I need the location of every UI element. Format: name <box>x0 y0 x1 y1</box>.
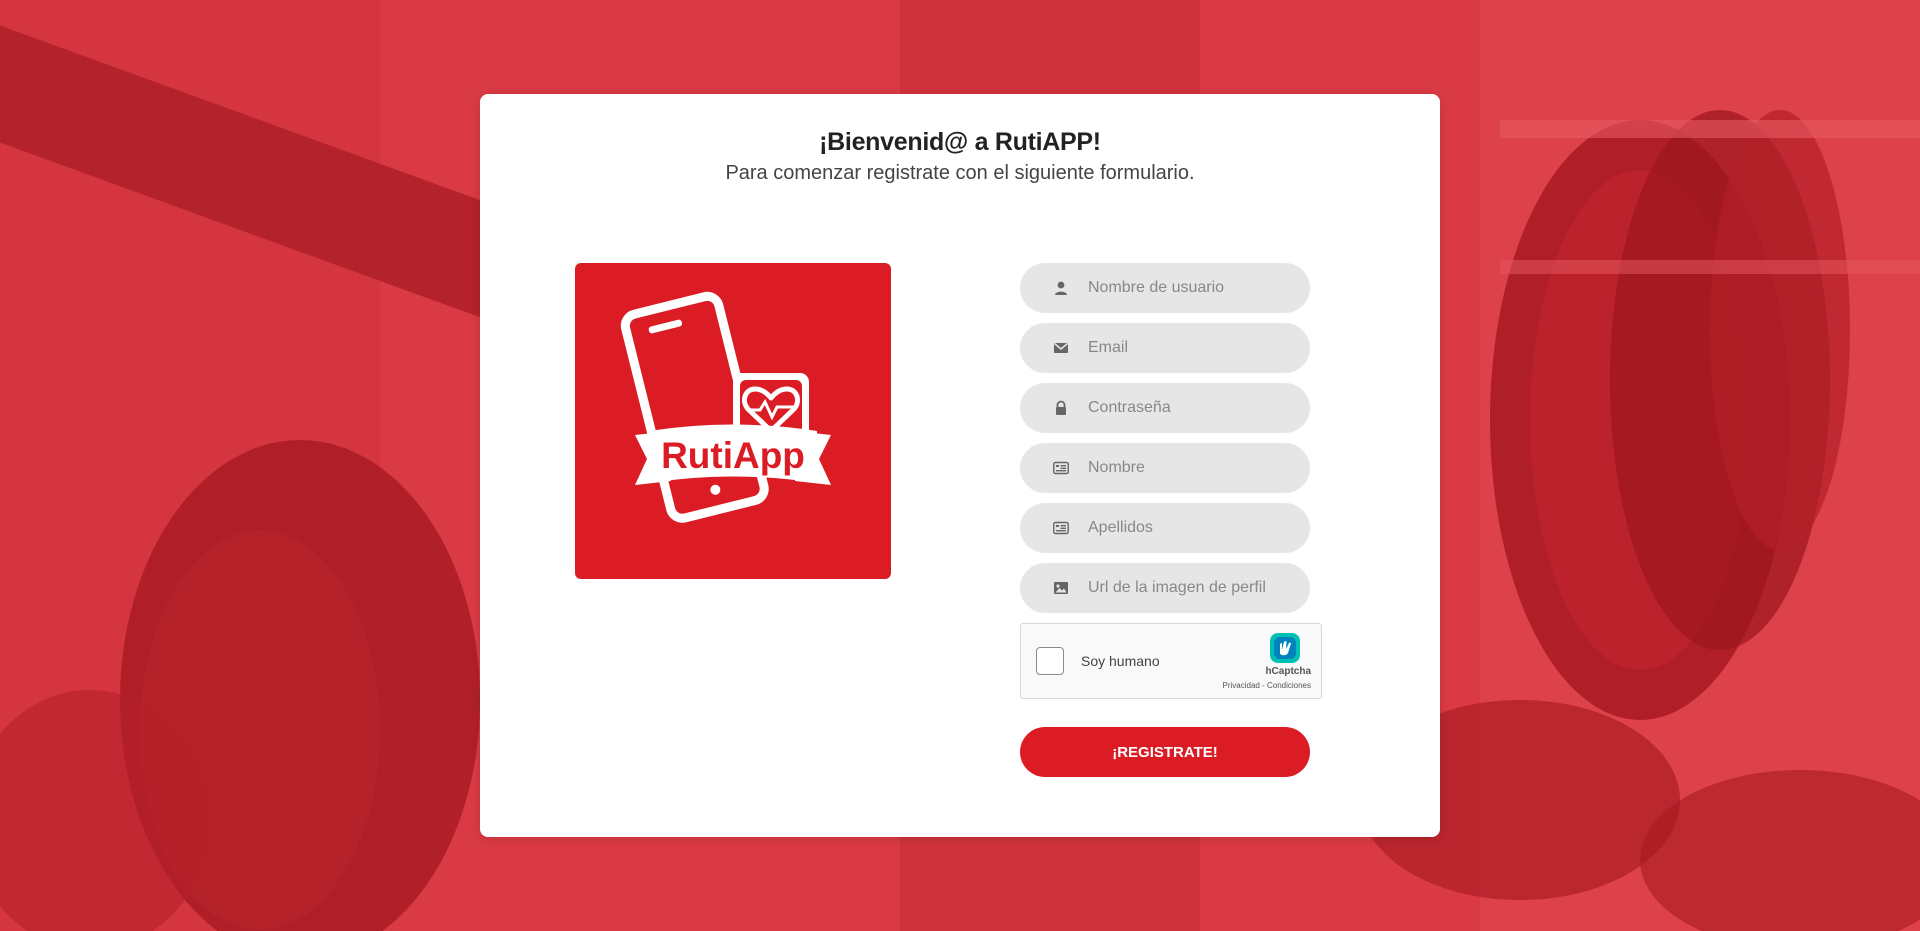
image-icon <box>1054 582 1068 594</box>
email-field[interactable] <box>1020 323 1310 373</box>
logo-text: RutiApp <box>661 435 805 476</box>
user-icon <box>1055 281 1067 295</box>
page-title: ¡Bienvenid@ a RutiAPP! <box>819 128 1101 156</box>
username-field[interactable] <box>1020 263 1310 313</box>
password-field[interactable] <box>1020 383 1310 433</box>
username-input[interactable] <box>1088 263 1298 313</box>
register-button[interactable]: ¡REGISTRATE! <box>1020 727 1310 777</box>
profile-image-url-input[interactable] <box>1088 563 1298 613</box>
last-name-input[interactable] <box>1088 503 1298 553</box>
hcaptcha-brand: hCaptcha <box>1265 666 1311 677</box>
profile-image-url-field[interactable] <box>1020 563 1310 613</box>
id-card-icon <box>1053 461 1069 475</box>
envelope-icon <box>1054 342 1068 353</box>
hcaptcha-widget: Soy humano hCaptcha Privacidad - Condici… <box>1020 623 1322 699</box>
id-card-icon <box>1053 521 1069 535</box>
page-subtitle: Para comenzar registrate con el siguient… <box>725 162 1195 184</box>
hcaptcha-logo-icon <box>1270 633 1300 663</box>
captcha-checkbox[interactable] <box>1036 647 1064 675</box>
email-input[interactable] <box>1088 323 1298 373</box>
captcha-label: Soy humano <box>1081 653 1160 669</box>
rutiapp-logo: RutiApp <box>575 263 891 579</box>
hcaptcha-links[interactable]: Privacidad - Condiciones <box>1171 681 1312 690</box>
lock-icon <box>1056 400 1066 415</box>
rutiapp-logo-graphic <box>620 291 831 523</box>
first-name-input[interactable] <box>1088 443 1298 493</box>
first-name-field[interactable] <box>1020 443 1310 493</box>
register-card: ¡Bienvenid@ a RutiAPP! Para comenzar reg… <box>480 94 1440 837</box>
password-input[interactable] <box>1088 383 1298 433</box>
last-name-field[interactable] <box>1020 503 1310 553</box>
